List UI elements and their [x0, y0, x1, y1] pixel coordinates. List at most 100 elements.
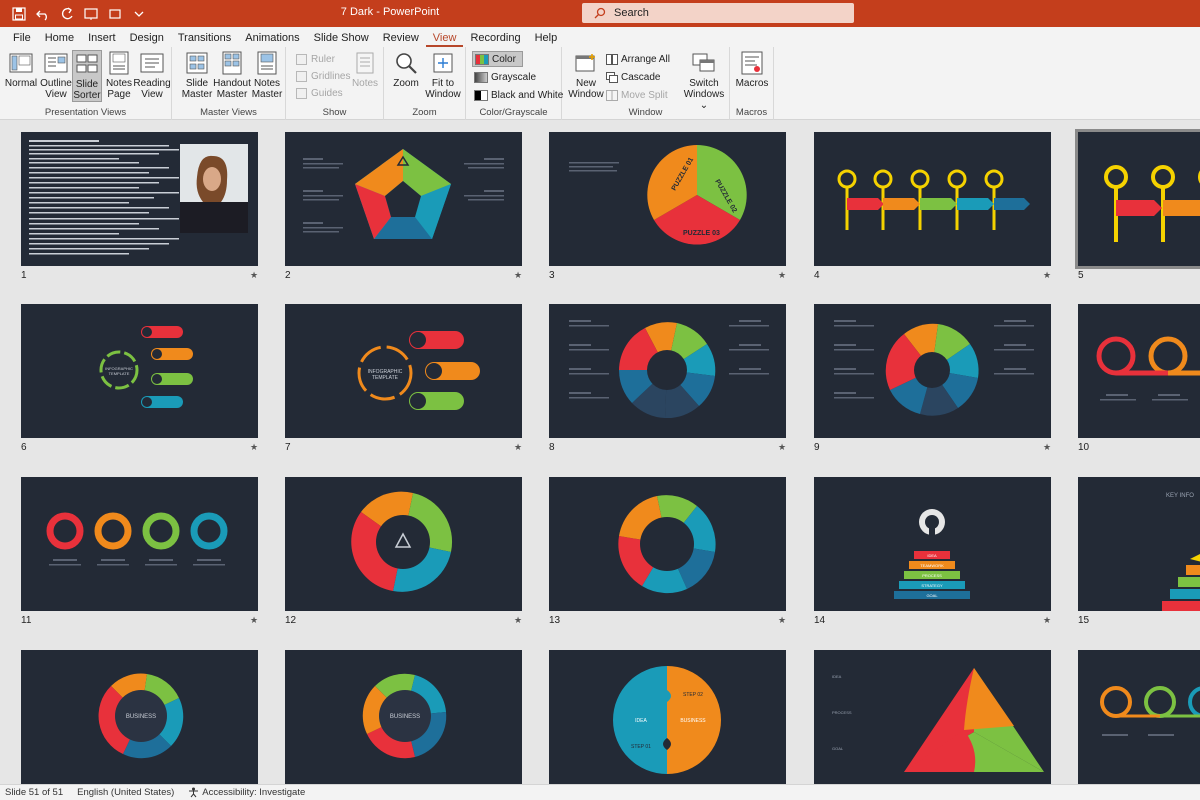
tab-design[interactable]: Design — [123, 32, 171, 47]
handout-master-button[interactable]: Handout Master — [213, 50, 251, 100]
new-window-button[interactable]: New Window — [566, 50, 606, 100]
presentation-views-label: Presentation Views — [44, 107, 127, 118]
s19-goal: GOAL — [832, 746, 844, 751]
tab-slide-show[interactable]: Slide Show — [307, 32, 376, 47]
slide-thumbnail-6[interactable]: INFOGRAPHIC TEMPLATE — [21, 304, 258, 438]
cascade-button[interactable]: Cascade — [606, 69, 660, 85]
slide-thumbnail-20[interactable] — [1078, 650, 1200, 784]
slide-thumbnail-16[interactable]: BUSINESS — [21, 650, 258, 784]
undo-icon[interactable] — [32, 4, 54, 24]
s14-step-5: GOAL — [926, 593, 938, 598]
s7-center-2: TEMPLATE — [372, 375, 399, 381]
reading-view-button[interactable]: Reading View — [133, 50, 171, 100]
notes-page-label-2: Page — [107, 89, 131, 100]
slide-15-content: KEY INFO — [1078, 477, 1200, 611]
slide-5-content — [1078, 132, 1200, 266]
slide-thumbnail-18[interactable]: BUSINESS IDEA STEP 02 STEP 01 — [549, 650, 786, 784]
handout-master-label: Handout — [213, 78, 251, 89]
black-and-white-button[interactable]: Black and White — [472, 87, 563, 103]
slide-thumbnail-14[interactable]: IDEA TEAMWORK PROCESS STRATEGY GOAL — [814, 477, 1051, 611]
new-window-label: New — [575, 78, 596, 89]
save-icon[interactable] — [8, 4, 30, 24]
slide-8-content — [549, 304, 786, 438]
accessibility-status[interactable]: Accessibility: Investigate — [188, 787, 319, 798]
slide-thumbnail-5[interactable] — [1075, 129, 1200, 269]
move-split-button[interactable]: Move Split — [606, 87, 668, 103]
ruler-checkbox[interactable]: Ruler — [296, 51, 335, 67]
grayscale-button[interactable]: Grayscale — [472, 69, 536, 85]
slide-thumbnail-13[interactable] — [549, 477, 786, 611]
search-box[interactable]: Search — [582, 3, 854, 23]
notes-page-button[interactable]: Notes Page — [104, 50, 134, 100]
slide-thumbnail-1[interactable] — [21, 132, 258, 266]
tab-animations[interactable]: Animations — [238, 32, 306, 47]
accessibility-label: Accessibility: Investigate — [202, 787, 306, 798]
tab-recording[interactable]: Recording — [463, 32, 527, 47]
group-color-grayscale: Color Grayscale Black and White Color/Gr… — [466, 47, 563, 120]
tab-transitions[interactable]: Transitions — [171, 32, 238, 47]
notes-master-button[interactable]: Notes Master — [250, 50, 284, 100]
notes-icon — [352, 50, 378, 76]
guides-checkbox[interactable]: Guides — [296, 85, 343, 101]
slide-thumbnail-12[interactable] — [285, 477, 522, 611]
transition-star-icon: ★ — [514, 270, 523, 280]
language-status[interactable]: English (United States) — [77, 787, 174, 798]
shape-icon[interactable] — [104, 4, 126, 24]
switch-windows-button[interactable]: Switch Windows ⌄ — [682, 50, 726, 111]
slide-sorter-pane[interactable]: 1 ★ 2 ★ PUZZLE 01 PUZZLE 02 PUZZLE 03 3 … — [0, 120, 1200, 784]
tab-review[interactable]: Review — [376, 32, 426, 47]
slide-thumbnail-2[interactable] — [285, 132, 522, 266]
slide-number: 8 — [549, 442, 555, 453]
transition-star-icon: ★ — [778, 270, 787, 280]
arrange-all-button[interactable]: Arrange All — [606, 51, 670, 67]
slide-thumbnail-4[interactable] — [814, 132, 1051, 266]
tab-insert[interactable]: Insert — [81, 32, 123, 47]
transition-star-icon: ★ — [778, 615, 787, 625]
slide-1-content — [21, 132, 258, 266]
slide-thumbnail-8[interactable] — [549, 304, 786, 438]
zoom-button[interactable]: Zoom — [390, 50, 422, 89]
fit-to-window-button[interactable]: Fit to Window — [424, 50, 462, 100]
slide-thumbnail-7[interactable]: INFOGRAPHIC TEMPLATE — [285, 304, 522, 438]
slide-10-content — [1078, 304, 1200, 438]
present-from-beginning-icon[interactable] — [80, 4, 102, 24]
tab-view[interactable]: View — [425, 32, 464, 47]
notes-button[interactable]: Notes — [350, 50, 380, 89]
macros-button[interactable]: Macros — [734, 50, 770, 89]
transition-star-icon: ★ — [1043, 270, 1052, 280]
slide-17-content: BUSINESS — [285, 650, 522, 784]
slide-thumbnail-15[interactable]: KEY INFO — [1078, 477, 1200, 611]
s14-step-1: IDEA — [927, 553, 937, 558]
fit-label-2: Window — [425, 89, 461, 100]
slide-thumbnail-9[interactable] — [814, 304, 1051, 438]
new-window-label-2: Window — [568, 89, 604, 100]
group-macros: Macros Macros — [730, 47, 774, 120]
slide-sorter-button[interactable]: Slide Sorter — [72, 50, 102, 102]
bw-label: Black and White — [491, 89, 564, 101]
tab-file[interactable]: File — [6, 32, 38, 47]
normal-view-button[interactable]: Normal — [4, 50, 38, 89]
gridlines-checkbox[interactable]: Gridlines — [296, 68, 350, 84]
slide-master-button[interactable]: Slide Master — [180, 50, 214, 100]
slide-thumbnail-19[interactable]: IDEA PROCESS GOAL — [814, 650, 1051, 784]
customize-icon[interactable] — [128, 4, 150, 24]
outline-label-2: View — [45, 89, 67, 100]
master-views-label: Master Views — [200, 107, 257, 118]
tab-help[interactable]: Help — [528, 32, 565, 47]
outline-view-button[interactable]: Outline View — [39, 50, 73, 100]
slide-7-content: INFOGRAPHIC TEMPLATE — [285, 304, 522, 438]
slide-number: 4 — [814, 270, 820, 281]
switch-windows-icon — [691, 50, 717, 76]
slide-thumbnail-3[interactable]: PUZZLE 01 PUZZLE 02 PUZZLE 03 — [549, 132, 786, 266]
normal-label: Normal — [4, 78, 38, 89]
tab-home[interactable]: Home — [38, 32, 81, 47]
slide-13-content — [549, 477, 786, 611]
color-button[interactable]: Color — [472, 51, 523, 67]
slide-thumbnail-11[interactable] — [21, 477, 258, 611]
slide-number: 11 — [21, 615, 32, 626]
magnifier-icon — [393, 50, 419, 76]
redo-icon[interactable] — [56, 4, 78, 24]
slide-thumbnail-10[interactable] — [1078, 304, 1200, 438]
zoom-label: Zoom — [393, 78, 419, 89]
slide-thumbnail-17[interactable]: BUSINESS — [285, 650, 522, 784]
